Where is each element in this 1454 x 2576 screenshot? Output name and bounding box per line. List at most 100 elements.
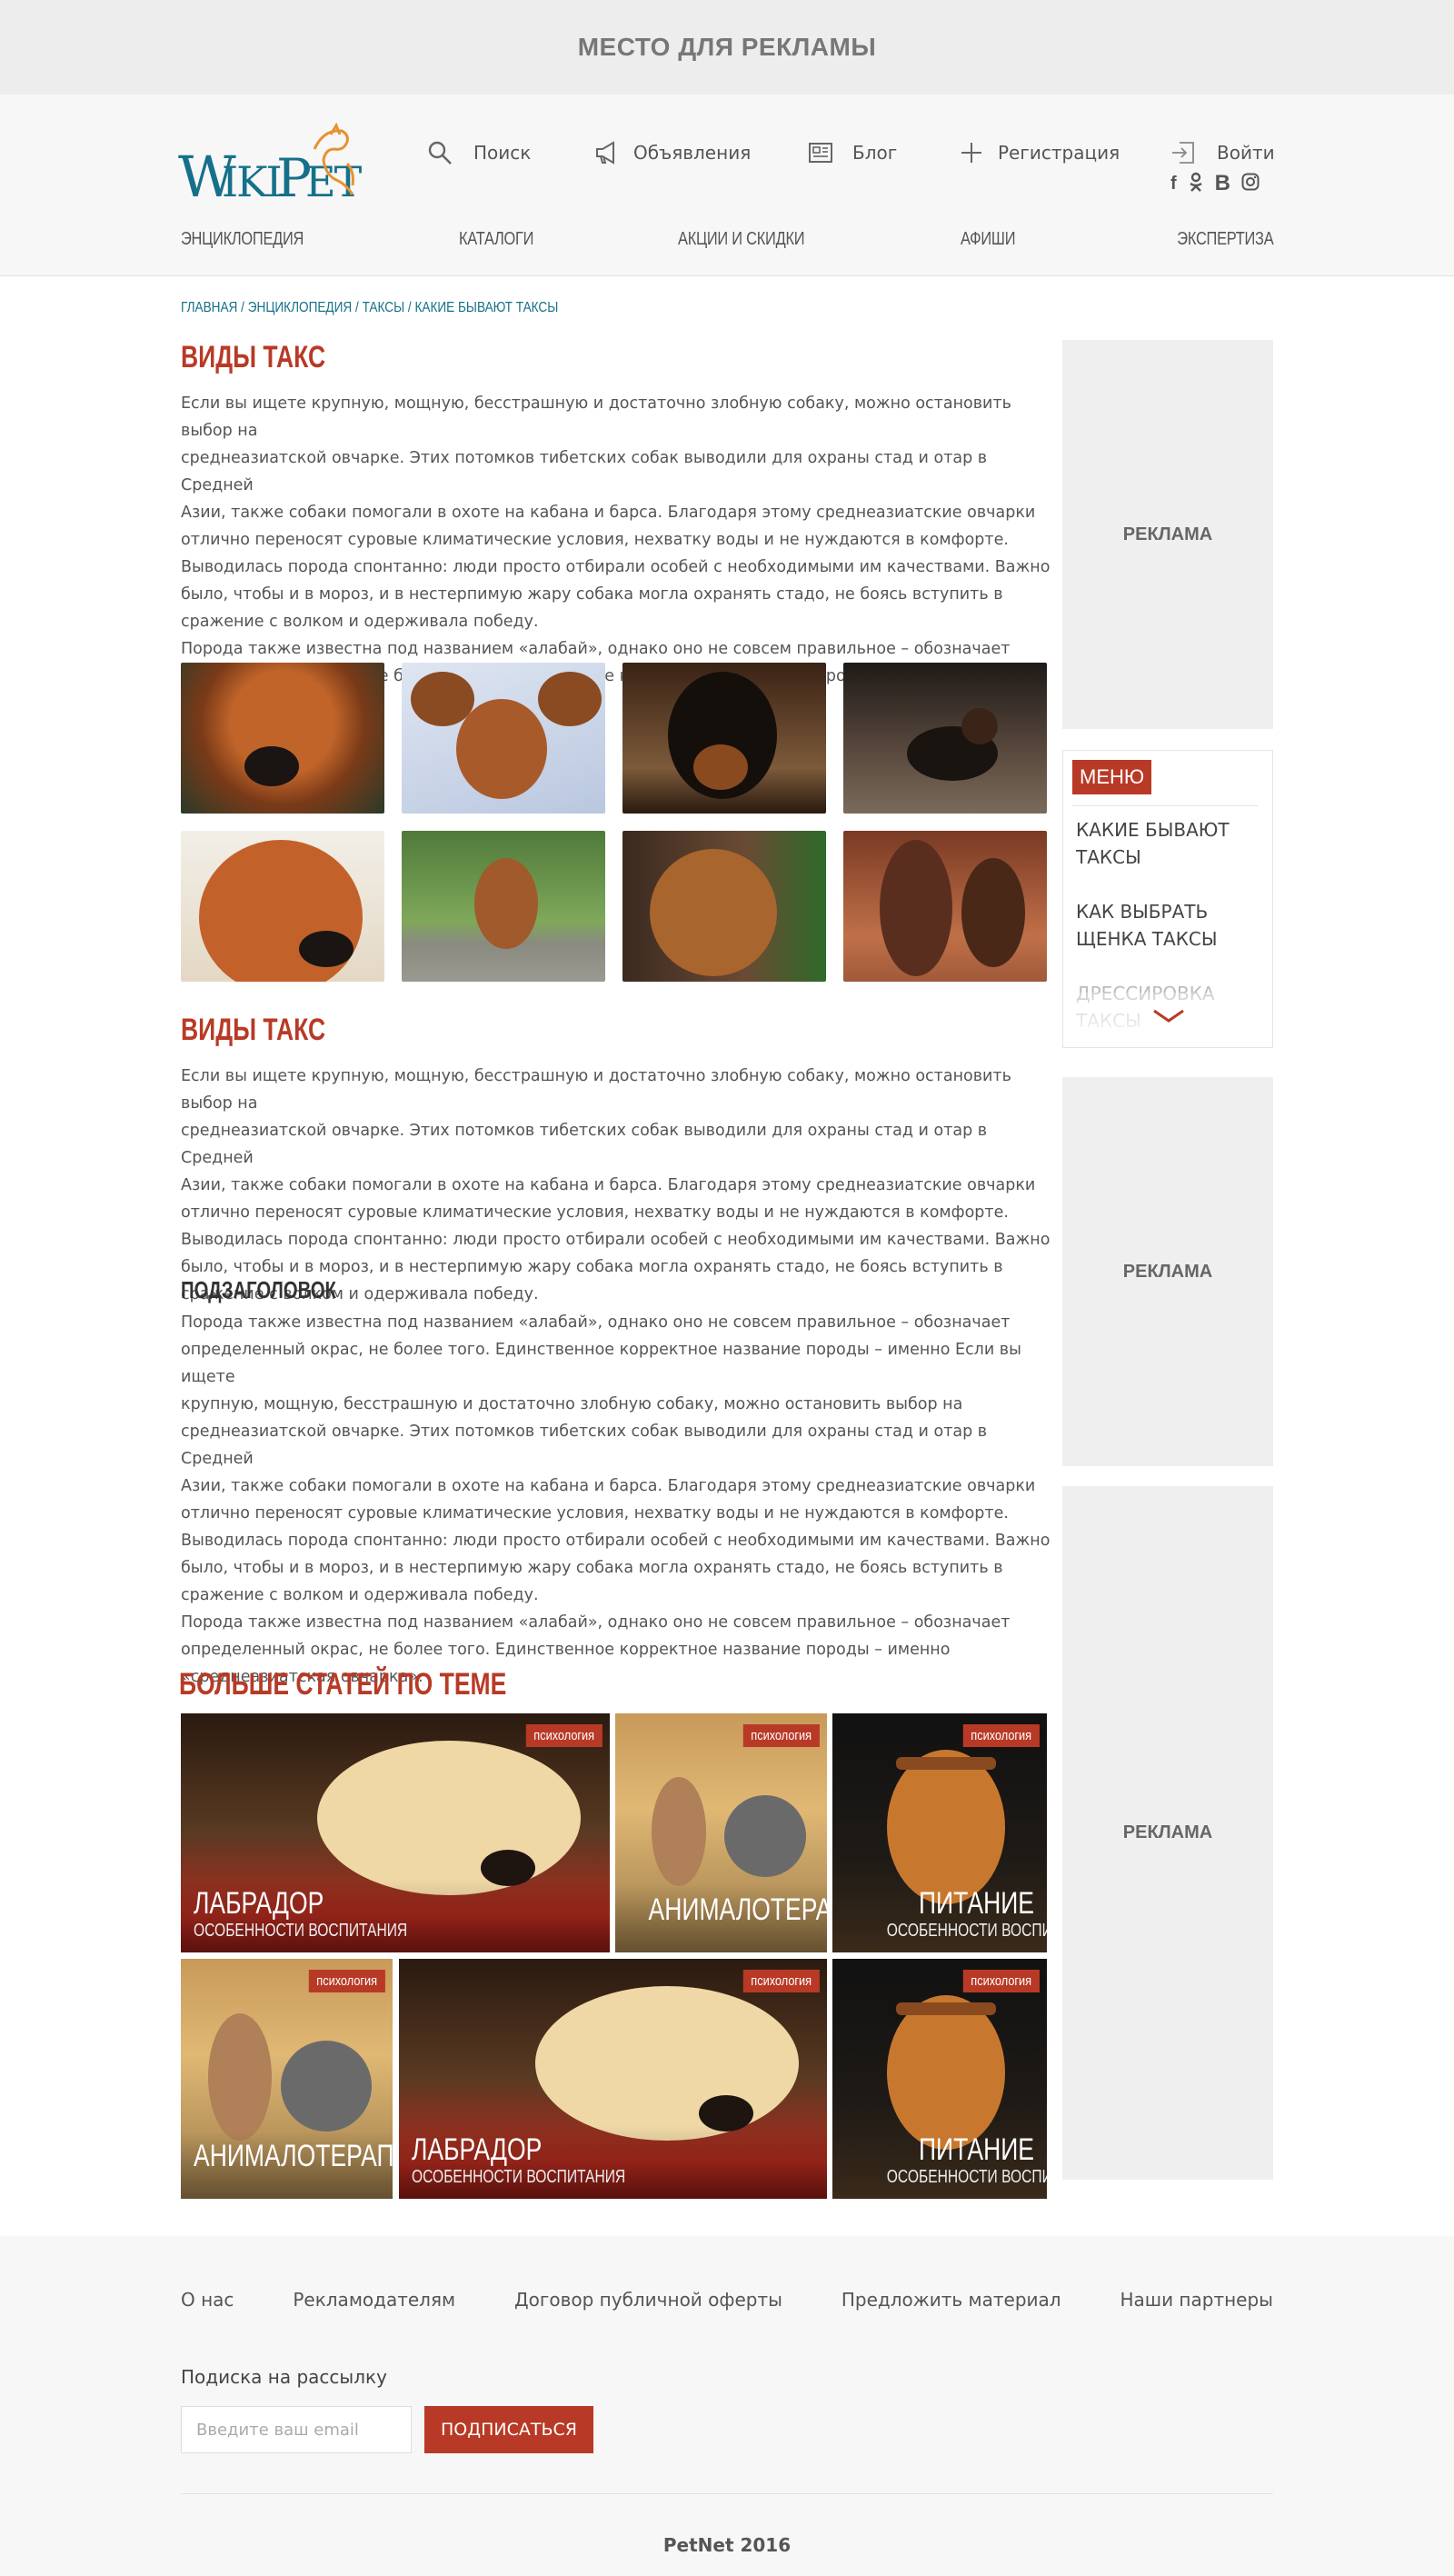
wikipet-logo[interactable]: W IKI P ET bbox=[178, 122, 364, 210]
text-line: Если вы ищете крупную, мощную, бесстрашн… bbox=[181, 1067, 1011, 1113]
nav-register[interactable]: Регистрация bbox=[958, 135, 1120, 171]
menu-item-posters[interactable]: АФИШИ bbox=[961, 229, 1015, 250]
menu-item-encyclopedia[interactable]: ЭНЦИКЛОПЕДИЯ bbox=[181, 229, 304, 250]
text-line: определенный окрас, не более того. Единс… bbox=[181, 1341, 1021, 1386]
nav-ads[interactable]: Объявления bbox=[593, 135, 751, 171]
text-line: Если вы ищете крупную, мощную, бесстрашн… bbox=[181, 394, 1011, 440]
ad-label: РЕКЛАМА bbox=[1122, 524, 1213, 544]
footer-divider bbox=[181, 2493, 1273, 2494]
menu-badge: МЕНЮ bbox=[1072, 760, 1152, 794]
ad-label: РЕКЛАМА bbox=[1122, 1822, 1213, 1842]
gallery-photo-4[interactable] bbox=[843, 663, 1047, 814]
gallery-photo-8[interactable] bbox=[843, 831, 1047, 982]
sidebar-menu: МЕНЮ КАКИЕ БЫВАЮТ ТАКСЫ КАК ВЫБРАТЬ ЩЕНК… bbox=[1062, 750, 1273, 1048]
menu-item-promotions[interactable]: АКЦИИ И СКИДКИ bbox=[678, 229, 805, 250]
subscribe-button[interactable]: ПОДПИСАТЬСЯ bbox=[424, 2406, 593, 2453]
nav-blog[interactable]: Блог bbox=[807, 135, 897, 171]
article-tag: психология bbox=[526, 1724, 603, 1747]
sidebar-menu-item[interactable]: КАК ВЫБРАТЬ ЩЕНКА ТАКСЫ bbox=[1076, 898, 1258, 953]
ad-label: РЕКЛАМА bbox=[1122, 1261, 1213, 1282]
menu-item-catalogs[interactable]: КАТАЛОГИ bbox=[459, 229, 533, 250]
article-card[interactable]: психология ПИТАНИЕ ОСОБЕННОСТИ ВОСПИТАНИ… bbox=[832, 1713, 1047, 1952]
nav-blog-label: Блог bbox=[852, 142, 898, 164]
text-line: Выводилась порода спонтанно: люди просто… bbox=[181, 1532, 1051, 1550]
menu-item-expertise[interactable]: ЭКСПЕРТИЗА bbox=[1177, 229, 1273, 250]
site-footer: О нас Рекламодателям Договор публичной о… bbox=[0, 2236, 1454, 2576]
article-tag: психология bbox=[743, 1970, 820, 1992]
nav-ads-label: Объявления bbox=[633, 142, 752, 164]
article-card[interactable]: психология ЛАБРАДОР ОСОБЕННОСТИ ВОСПИТАН… bbox=[399, 1959, 827, 2199]
text-line: Выводилась порода спонтанно: люди просто… bbox=[181, 558, 1051, 576]
gallery-photo-2[interactable] bbox=[402, 663, 605, 814]
text-line: среднеазиатской овчарке. Этих потомков т… bbox=[181, 449, 988, 494]
subheading: ПОДЗАГОЛОВОК bbox=[181, 1276, 336, 1303]
text-line: среднеазиатской овчарке. Этих потомков т… bbox=[181, 1122, 988, 1167]
article-subtitle: ОСОБЕННОСТИ ВОСПИТАНИЯ bbox=[194, 1921, 408, 1941]
logo-graphic: W IKI P ET bbox=[178, 122, 364, 210]
odnoklassniki-icon[interactable] bbox=[1188, 172, 1204, 196]
footer-link-suggest[interactable]: Предложить материал bbox=[842, 2289, 1061, 2311]
menu-divider bbox=[1072, 805, 1258, 806]
article-title: ПИТАНИЕ bbox=[918, 1886, 1034, 1921]
text-line: крупную, мощную, бесстрашную и достаточн… bbox=[181, 1395, 963, 1413]
subscribe-label: Подиска на рассылку bbox=[181, 2366, 387, 2388]
article-card[interactable]: психология ЛАБРАДОР ОСОБЕННОСТИ ВОСПИТАН… bbox=[181, 1713, 610, 1952]
photo-gallery bbox=[181, 663, 1047, 982]
footer-link-partners[interactable]: Наши партнеры bbox=[1120, 2289, 1273, 2311]
footer-link-offer[interactable]: Договор публичной оферты bbox=[514, 2289, 782, 2311]
text-line: Порода также известна под названием «ала… bbox=[181, 1613, 1011, 1632]
nav-search-label: Поиск bbox=[473, 142, 532, 164]
article-card[interactable]: психология ПИТАНИЕ ОСОБЕННОСТИ ВОСПИТАНИ… bbox=[832, 1959, 1047, 2199]
nav-login[interactable]: Войти bbox=[1170, 135, 1275, 171]
text-line: Азии, также собаки помогали в охоте на к… bbox=[181, 1176, 1036, 1194]
section1-text: Если вы ищете крупную, мощную, бесстрашн… bbox=[181, 390, 1053, 690]
text-line: Порода также известна под названием «ала… bbox=[181, 1313, 1011, 1332]
chevron-down-icon[interactable] bbox=[1150, 1007, 1187, 1029]
nav-search[interactable]: Поиск bbox=[426, 135, 531, 171]
sidebar-ad-2[interactable]: РЕКЛАМА bbox=[1062, 1077, 1273, 1466]
article-subtitle: ОСОБЕННОСТИ ВОСПИТАНИЯ bbox=[886, 1921, 1047, 1941]
gallery-photo-3[interactable] bbox=[622, 663, 826, 814]
vk-icon[interactable]: B bbox=[1215, 171, 1230, 196]
page-title: ВИДЫ ТАКС bbox=[181, 340, 326, 374]
svg-text:IKI: IKI bbox=[222, 157, 281, 206]
email-field[interactable] bbox=[181, 2406, 412, 2453]
text-line: сражение с волком и одерживала победу. bbox=[181, 613, 539, 631]
text-line: отлично переносят суровые климатические … bbox=[181, 1504, 1009, 1523]
article-card[interactable]: психология АНИМАЛОТЕРАПИЯ bbox=[615, 1713, 827, 1952]
facebook-icon[interactable]: f bbox=[1170, 174, 1177, 195]
instagram-icon[interactable] bbox=[1241, 173, 1260, 195]
article-title: ЛАБРАДОР bbox=[412, 2132, 543, 2167]
breadcrumb[interactable]: ГЛАВНАЯ / ЭНЦИКЛОПЕДИЯ / ТАКСЫ / КАКИЕ Б… bbox=[181, 300, 558, 316]
text-line: было, чтобы и в мороз, и в нестерпимую ж… bbox=[181, 585, 1003, 604]
gallery-photo-5[interactable] bbox=[181, 831, 384, 982]
newspaper-icon bbox=[807, 139, 834, 166]
text-line: сражение с волком и одерживала победу. bbox=[181, 1586, 539, 1604]
text-line: определенный окрас, не более того. Единс… bbox=[181, 1641, 951, 1659]
section2-text-2: Порода также известна под названием «ала… bbox=[181, 1309, 1053, 1691]
sidebar-ad-3[interactable]: РЕКЛАМА bbox=[1062, 1486, 1273, 2180]
text-line: среднеазиатской овчарке. Этих потомков т… bbox=[181, 1423, 988, 1468]
gallery-photo-6[interactable] bbox=[402, 831, 605, 982]
login-icon bbox=[1170, 139, 1197, 166]
section2-title: ВИДЫ ТАКС bbox=[181, 1013, 326, 1047]
main-menu: ЭНЦИКЛОПЕДИЯ КАТАЛОГИ АКЦИИ И СКИДКИ АФИ… bbox=[181, 229, 1273, 250]
megaphone-icon bbox=[593, 139, 621, 166]
footer-link-advertisers[interactable]: Рекламодателям bbox=[293, 2289, 455, 2311]
text-line: отлично переносят суровые климатические … bbox=[181, 1203, 1009, 1222]
top-ad-label: МЕСТО ДЛЯ РЕКЛАМЫ bbox=[577, 33, 877, 61]
search-icon bbox=[426, 139, 453, 166]
article-title: ПИТАНИЕ bbox=[918, 2132, 1034, 2167]
article-subtitle: ОСОБЕННОСТИ ВОСПИТАНИЯ bbox=[886, 2167, 1047, 2187]
top-ad-banner[interactable]: МЕСТО ДЛЯ РЕКЛАМЫ bbox=[0, 0, 1454, 95]
more-articles-title: БОЛЬШЕ СТАТЕЙ ПО ТЕМЕ bbox=[179, 1667, 507, 1702]
footer-link-about[interactable]: О нас bbox=[181, 2289, 234, 2311]
gallery-photo-1[interactable] bbox=[181, 663, 384, 814]
gallery-photo-7[interactable] bbox=[622, 831, 826, 982]
related-articles: психология ЛАБРАДОР ОСОБЕННОСТИ ВОСПИТАН… bbox=[181, 1713, 1047, 2199]
footer-links: О нас Рекламодателям Договор публичной о… bbox=[181, 2289, 1273, 2311]
sidebar-menu-item[interactable]: КАКИЕ БЫВАЮТ ТАКСЫ bbox=[1076, 816, 1258, 871]
article-card[interactable]: психология АНИМАЛОТЕРАПИЯ bbox=[181, 1959, 393, 2199]
text-line: Порода также известна под названием «ала… bbox=[181, 640, 1011, 658]
sidebar-ad-1[interactable]: РЕКЛАМА bbox=[1062, 340, 1273, 729]
